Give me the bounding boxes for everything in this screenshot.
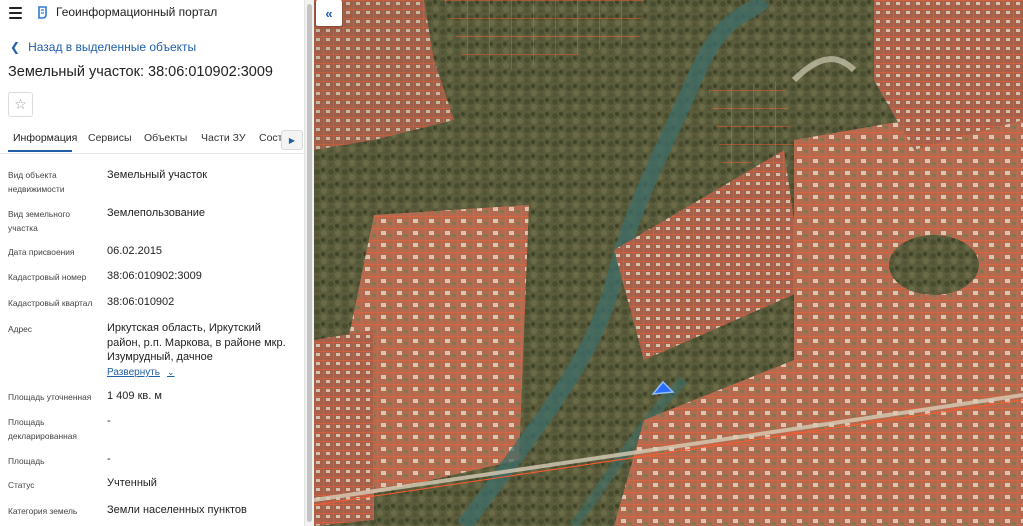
tab-bar: Информация Сервисы Объекты Части ЗУ Сост… — [0, 128, 304, 154]
label-assign-date: Дата присвоения — [8, 247, 75, 257]
chevron-down-icon: ⌄ — [167, 367, 175, 377]
label-object-type: Вид объекта недвижимости — [8, 170, 65, 194]
value-cadastral-number: 38:06:010902:3009 — [107, 270, 202, 282]
star-icon: ☆ — [14, 96, 27, 112]
favorite-button[interactable]: ☆ — [8, 92, 33, 117]
scrollbar-thumb[interactable] — [307, 4, 312, 522]
hamburger-icon[interactable] — [9, 7, 22, 19]
value-address: Иркутская область, Иркутский район, р.п.… — [107, 322, 286, 363]
address-expand-link[interactable]: Развернуть ⌄ — [107, 367, 175, 378]
label-cadastral-number: Кадастровый номер — [8, 272, 87, 282]
info-panel: Геоинформационный портал ❮ Назад в выдел… — [0, 0, 304, 526]
page-title: Земельный участок: 38:06:010902:3009 — [8, 64, 273, 80]
map-view[interactable] — [314, 0, 1023, 526]
chevron-left-icon: ❮ — [10, 40, 21, 54]
active-tab-indicator — [8, 150, 72, 152]
chevron-right-icon: ▶ — [288, 135, 296, 145]
label-status: Статус — [8, 480, 35, 490]
value-land-category: Земли населенных пунктов — [107, 504, 247, 516]
expand-label: Развернуть — [107, 367, 161, 378]
value-cadastral-quarter: 38:06:010902 — [107, 296, 175, 308]
back-link-label: Назад в выделенные объекты — [28, 40, 197, 54]
tab-objects[interactable]: Объекты — [144, 132, 187, 144]
collapse-panel-button[interactable]: « — [316, 0, 342, 26]
value-status: Учтенный — [107, 477, 157, 489]
double-chevron-left-icon: « — [325, 5, 333, 21]
label-land-category: Категория земель — [8, 506, 78, 516]
label-area-declared: Площадь декларированная — [8, 417, 77, 441]
tab-parts[interactable]: Части ЗУ — [201, 132, 246, 144]
portal-logo-icon — [38, 6, 47, 19]
value-area: - — [107, 453, 111, 465]
value-area-declared: - — [107, 415, 111, 427]
satellite-map[interactable] — [314, 0, 1023, 526]
value-assign-date: 06.02.2015 — [107, 245, 163, 257]
tab-information[interactable]: Информация — [13, 132, 77, 144]
label-parcel-type: Вид земельного участка — [8, 209, 71, 233]
label-area: Площадь — [8, 456, 45, 466]
label-address: Адрес — [8, 324, 32, 334]
top-bar: Геоинформационный портал — [0, 0, 304, 26]
back-link[interactable]: ❮ Назад в выделенные объекты — [10, 40, 196, 54]
value-parcel-type: Землепользование — [107, 207, 206, 219]
app-title: Геоинформационный портал — [56, 5, 218, 19]
value-object-type: Земельный участок — [107, 169, 208, 181]
label-area-refined: Площадь уточненная — [8, 392, 92, 402]
tab-services[interactable]: Сервисы — [88, 132, 132, 144]
value-area-refined: 1 409 кв. м — [107, 390, 162, 402]
tabs-scroll-button[interactable]: ▶ — [281, 130, 303, 150]
label-cadastral-quarter: Кадастровый квартал — [8, 298, 93, 308]
